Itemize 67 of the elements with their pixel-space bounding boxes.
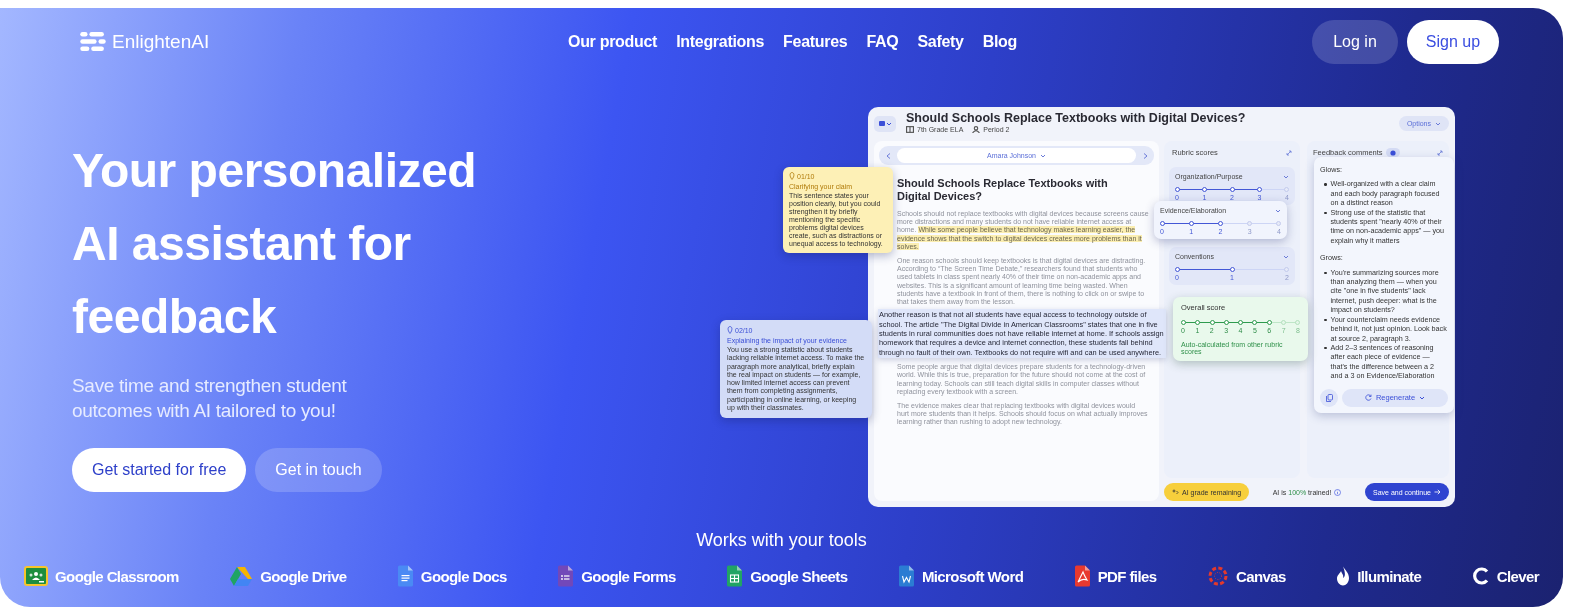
hero-title: Your personalized AI assistant for feedback: [72, 143, 478, 345]
sparkle-icon: [1172, 489, 1179, 495]
chevron-right-icon: [1142, 152, 1148, 159]
integration-label: Microsoft Word: [921, 567, 1024, 585]
document-icon: [897, 565, 915, 587]
chevron-icon: [1283, 254, 1289, 259]
menu-button[interactable]: [874, 116, 896, 132]
nav-link[interactable]: Blog: [982, 33, 1017, 51]
bullet-icon: [1324, 318, 1327, 322]
integration-label: Illuminate: [1357, 567, 1422, 585]
essay-title: Should Schools Replace Textbooks with Digital Devices?: [906, 111, 1247, 125]
classroom-icon: [24, 566, 48, 586]
chevron-icon: [1283, 174, 1289, 179]
nav-link[interactable]: FAQ: [866, 33, 899, 51]
slider-track[interactable]: [1177, 187, 1287, 192]
triangle-icon: [229, 565, 254, 587]
integration-label: Google Sheets: [750, 567, 848, 585]
copy-icon: [1325, 393, 1333, 402]
list-document-icon: [557, 565, 575, 587]
chevron-icon: [1275, 208, 1281, 213]
dotted-ring-icon: [1206, 565, 1229, 587]
signup-button[interactable]: Sign up: [1407, 20, 1499, 64]
essay-heading: Should Schools Replace Textbooks with Digital Devices?: [897, 177, 1109, 203]
bullet-icon: [1324, 346, 1327, 350]
caret-icon: [1435, 121, 1441, 126]
integration-label: Google Drive: [260, 567, 347, 585]
language-button[interactable]: [1385, 148, 1400, 157]
integrations-heading: Works with your tools: [696, 530, 867, 551]
flame-icon: [1336, 566, 1351, 586]
copy-button[interactable]: [1320, 388, 1338, 407]
login-button[interactable]: Log in: [1312, 20, 1398, 64]
expand-icon: [1286, 149, 1292, 156]
bullet-icon: [1324, 211, 1327, 215]
get-started-button[interactable]: Get started for free: [72, 448, 247, 492]
chevron-left-icon: [885, 152, 891, 159]
slider-track[interactable]: [1183, 320, 1298, 325]
sidebar-icon: [879, 121, 891, 127]
nav-link[interactable]: Our product: [568, 33, 658, 51]
integration-label: Google Forms: [581, 567, 676, 585]
refresh-icon: [1364, 394, 1372, 402]
hero-subtitle: Save time and strengthen student outcomes with AI tailored to you!: [72, 374, 348, 423]
integration-label: Google Classroom: [55, 567, 179, 585]
document-icon: [396, 565, 414, 587]
letter-c-icon: [1471, 567, 1490, 585]
integration-label: PDF files: [1097, 567, 1157, 585]
caret-icon: [1040, 153, 1046, 158]
pdf-file-icon: [1073, 565, 1091, 587]
group-icon: [972, 126, 981, 133]
nav-link[interactable]: Features: [783, 33, 848, 51]
caret-icon: [1419, 395, 1426, 400]
nav-link[interactable]: Integrations: [676, 33, 765, 51]
info-icon: [1334, 488, 1342, 496]
integration-label: Google Docs: [420, 567, 507, 585]
pin-icon: [789, 172, 795, 180]
expand-icon: [1437, 149, 1443, 156]
bullet-icon: [1324, 183, 1327, 186]
nav-link[interactable]: Safety: [917, 33, 964, 51]
spreadsheet-icon: [726, 565, 744, 587]
pin-icon: [727, 326, 733, 334]
book-icon: [906, 126, 914, 133]
bullet-icon: [1324, 271, 1327, 275]
arrow-right-icon: [1434, 489, 1441, 495]
logo-icon: [80, 32, 106, 52]
slider-track[interactable]: [1177, 267, 1287, 272]
integration-label: Clever: [1496, 567, 1539, 585]
slider-track[interactable]: [1162, 221, 1279, 226]
integration-label: Canvas: [1235, 567, 1286, 585]
